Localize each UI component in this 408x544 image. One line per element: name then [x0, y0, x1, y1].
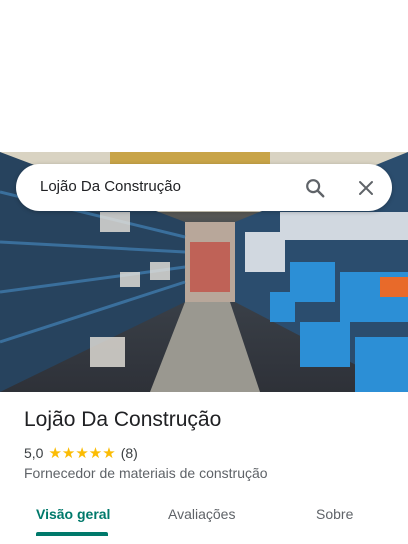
- rating-value: 5,0: [24, 445, 44, 461]
- rating-row[interactable]: 5,0 ★★★★★ (8): [24, 444, 138, 462]
- search-icon[interactable]: [302, 175, 328, 201]
- place-tabs: Visão geral Avaliações Sobre: [0, 496, 408, 544]
- search-bar[interactable]: Lojão Da Construção: [16, 164, 392, 211]
- active-tab-indicator: [36, 532, 108, 536]
- place-title: Lojão Da Construção: [24, 408, 222, 431]
- tab-about[interactable]: Sobre: [316, 506, 353, 522]
- place-category[interactable]: Fornecedor de materiais de construção: [24, 465, 268, 481]
- search-input[interactable]: Lojão Da Construção: [40, 178, 181, 195]
- close-icon[interactable]: [353, 175, 379, 201]
- tab-overview[interactable]: Visão geral: [36, 506, 110, 522]
- star-rating-icon: ★★★★★: [48, 445, 116, 462]
- review-count[interactable]: (8): [121, 445, 138, 461]
- tab-reviews[interactable]: Avaliações: [168, 506, 235, 522]
